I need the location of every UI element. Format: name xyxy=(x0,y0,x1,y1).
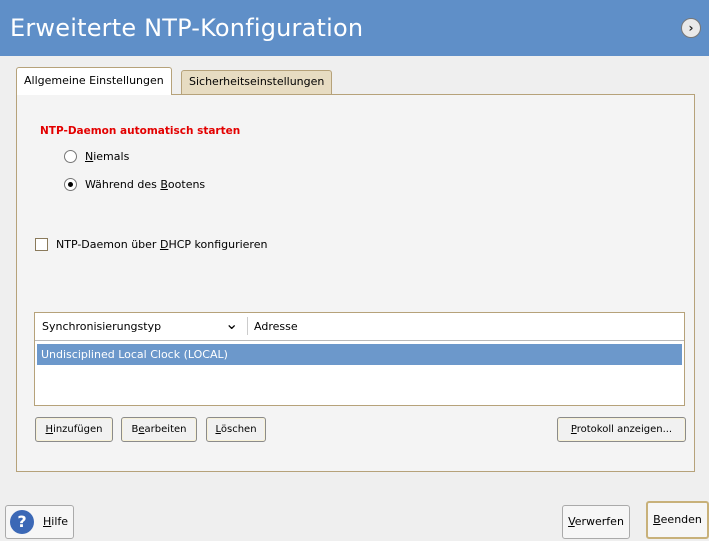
show-log-button[interactable]: Protokoll anzeigen... xyxy=(557,417,686,442)
start-section-title: NTP-Daemon automatisch starten xyxy=(40,125,241,137)
edit-button[interactable]: Bearbeiten xyxy=(121,417,197,442)
column-header-type[interactable]: Synchronisierungstyp xyxy=(42,320,161,333)
tab-sicherheitseinstellungen[interactable]: Sicherheitseinstellungen xyxy=(181,70,333,94)
tab-allgemeine-einstellungen[interactable]: Allgemeine Einstellungen xyxy=(16,67,172,95)
tab-label: Sicherheitseinstellungen xyxy=(189,75,325,88)
radio-niemals[interactable] xyxy=(64,150,77,163)
radio-booten-row[interactable]: Während des Bootens xyxy=(64,178,205,191)
delete-button[interactable]: Löschen xyxy=(206,417,266,442)
title-bar: Erweiterte NTP-Konfiguration › xyxy=(0,0,709,56)
dhcp-checkbox-row[interactable]: NTP-Daemon über DHCP konfigurieren xyxy=(35,238,267,251)
column-header-address[interactable]: Adresse xyxy=(254,320,298,333)
finish-button-label: Beenden xyxy=(653,513,702,526)
sort-chevron-down-icon[interactable]: ⌄ xyxy=(225,315,238,333)
table-header: Synchronisierungstyp ⌄ Adresse xyxy=(35,313,684,341)
help-button[interactable]: ? Hilfe xyxy=(5,505,74,539)
dhcp-checkbox-label: NTP-Daemon über DHCP konfigurieren xyxy=(56,238,268,251)
column-divider xyxy=(247,317,248,335)
table-cell-type: Undisciplined Local Clock (LOCAL) xyxy=(41,348,228,361)
radio-booten-label: Während des Bootens xyxy=(85,178,206,191)
help-button-label: Hilfe xyxy=(43,515,69,528)
table-row[interactable]: Undisciplined Local Clock (LOCAL) xyxy=(37,344,682,365)
help-icon: ? xyxy=(10,510,34,534)
delete-button-label: Löschen xyxy=(215,424,257,435)
discard-button-label: Verwerfen xyxy=(568,515,624,528)
server-table[interactable]: Synchronisierungstyp ⌄ Adresse Undiscipl… xyxy=(34,312,685,406)
dhcp-checkbox[interactable] xyxy=(35,238,48,251)
finish-button[interactable]: Beenden xyxy=(646,501,709,539)
add-button-label: Hinzufügen xyxy=(45,424,103,435)
show-log-button-label: Protokoll anzeigen... xyxy=(570,424,673,435)
discard-button[interactable]: Verwerfen xyxy=(562,505,630,539)
radio-niemals-row[interactable]: Niemals xyxy=(64,150,129,163)
help-arrow-icon[interactable]: › xyxy=(681,18,701,38)
radio-niemals-label: Niemals xyxy=(85,150,130,163)
radio-booten[interactable] xyxy=(64,178,77,191)
edit-button-label: Bearbeiten xyxy=(131,424,187,435)
tab-label: Allgemeine Einstellungen xyxy=(24,74,164,87)
add-button[interactable]: Hinzufügen xyxy=(35,417,113,442)
window-title: Erweiterte NTP-Konfiguration xyxy=(10,14,364,42)
